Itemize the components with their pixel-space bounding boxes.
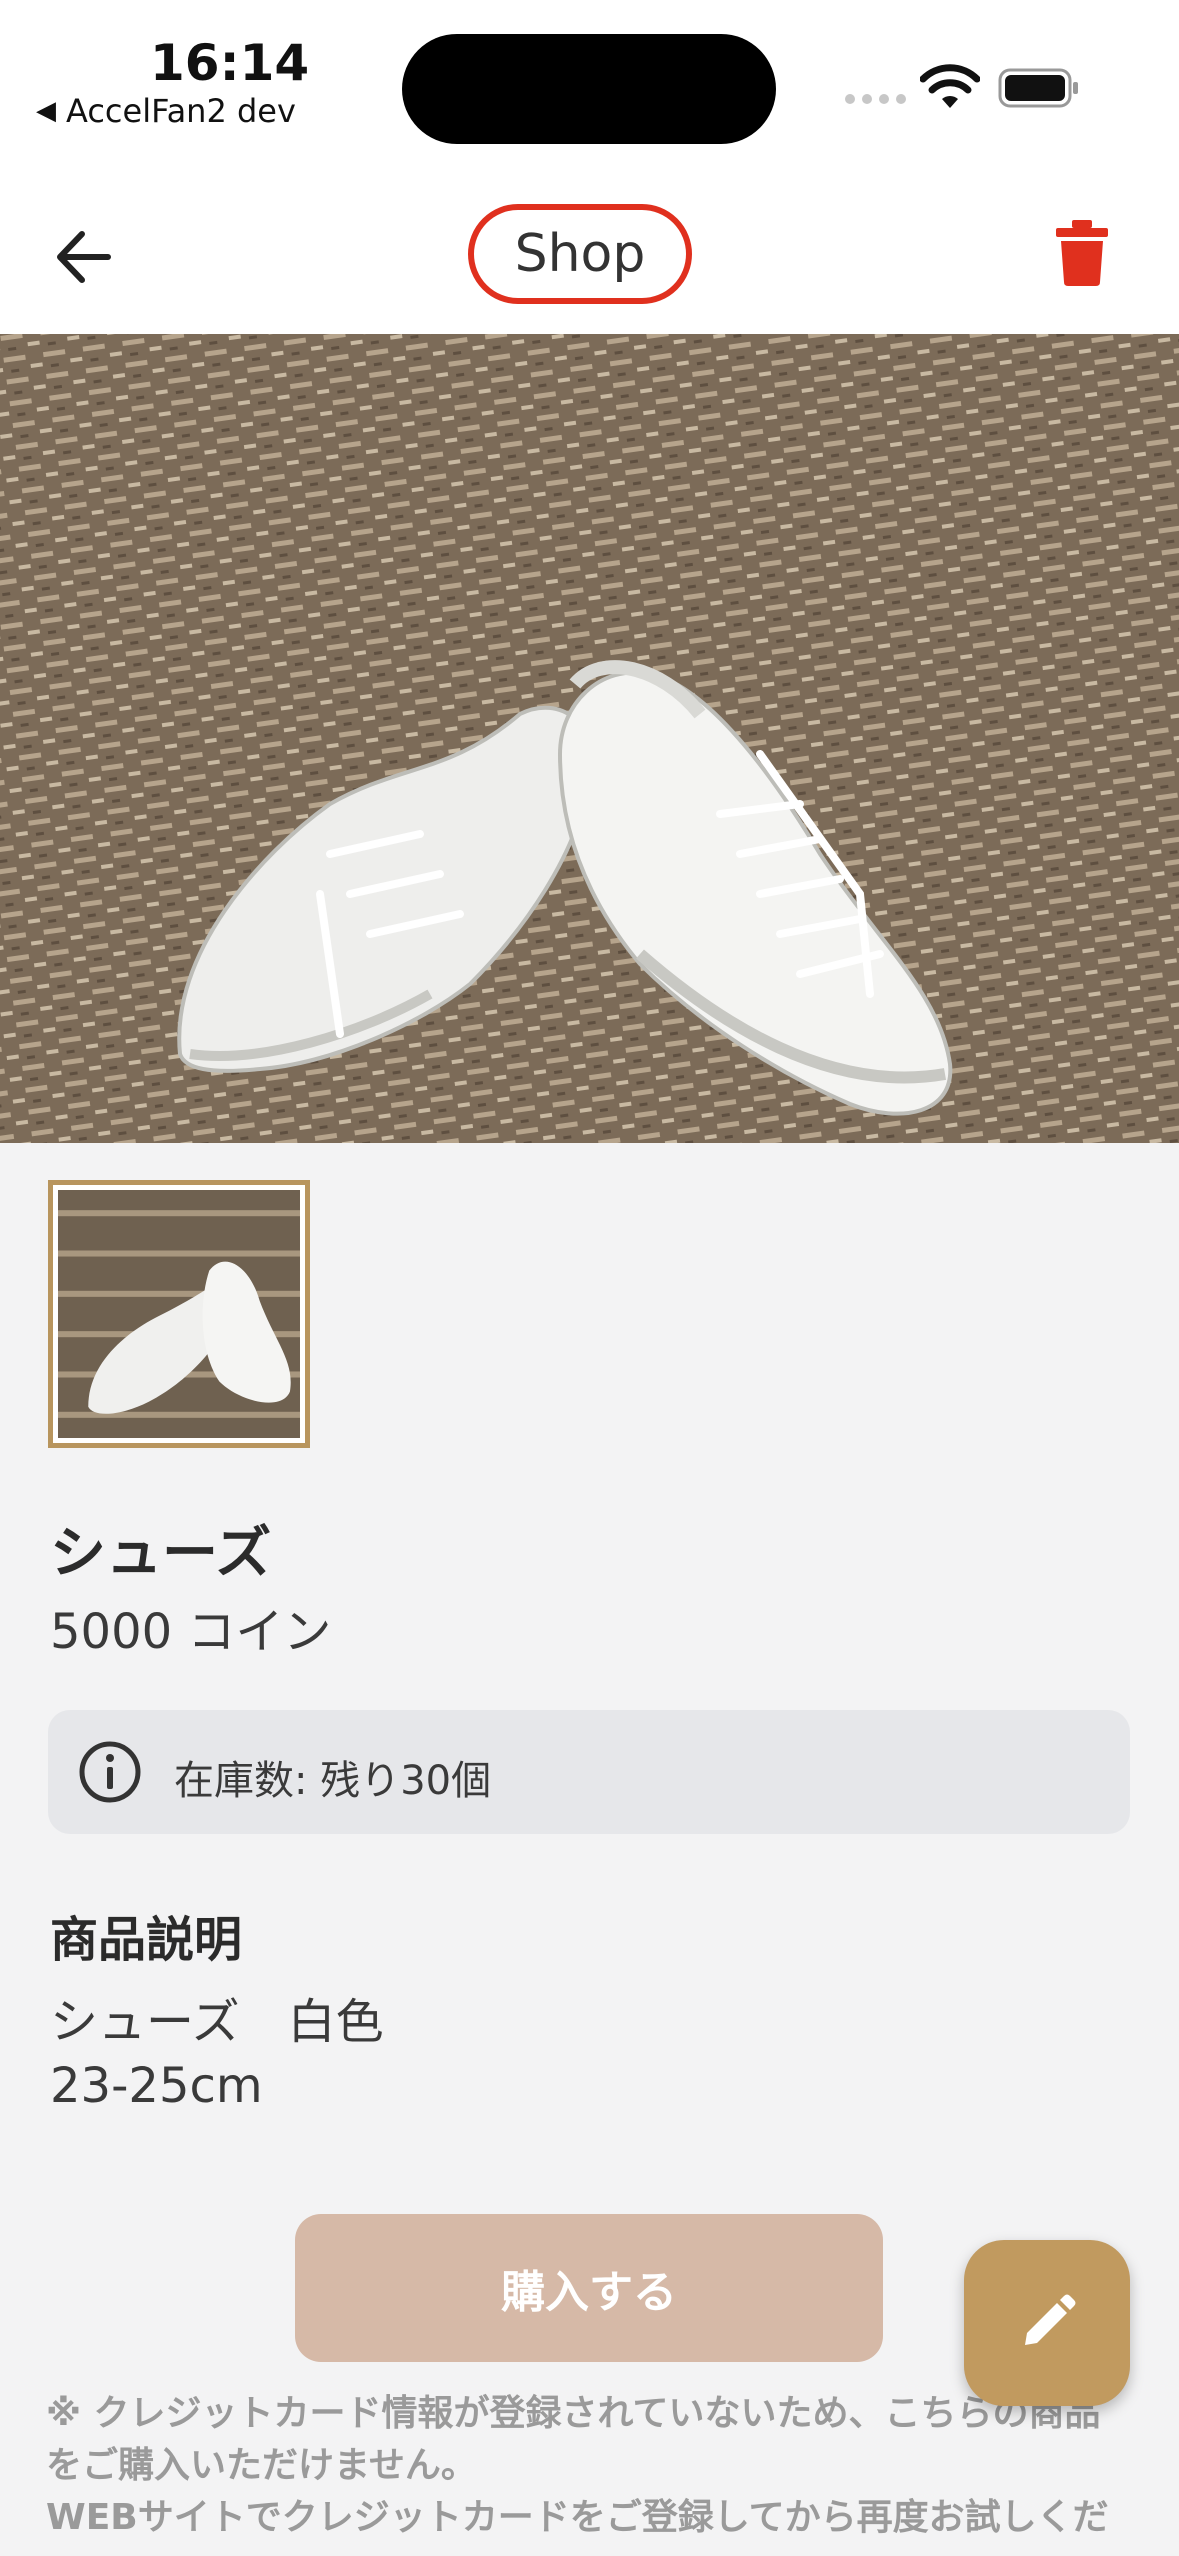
page-title: Shop xyxy=(514,224,646,284)
edit-fab-button[interactable] xyxy=(964,2240,1130,2406)
notice-line: ※ クレジットカード情報が登録されていないため、こちらの商品 xyxy=(46,2393,1101,2434)
info-icon xyxy=(79,1741,141,1803)
product-name: シューズ xyxy=(50,1521,272,1586)
product-thumbnail[interactable] xyxy=(48,1180,310,1448)
buy-button[interactable]: 購入する xyxy=(295,2214,883,2362)
stock-text: 在庫数: 残り30個 xyxy=(174,1758,492,1804)
description-size: 23-25cm xyxy=(50,2058,263,2114)
page-title-highlight: Shop xyxy=(468,204,692,304)
status-time: 16:14 xyxy=(150,34,310,92)
back-app-label: AccelFan2 dev xyxy=(66,92,296,130)
status-bar: 16:14 ◀ AccelFan2 dev xyxy=(0,0,1179,170)
back-to-app-link[interactable]: ◀ AccelFan2 dev xyxy=(36,92,296,130)
notice-line: WEBサイトでクレジットカードをご登録してから再度お試しくだ xyxy=(46,2497,1109,2538)
pencil-icon xyxy=(1025,2294,1076,2345)
credit-card-notice: ※ クレジットカード情報が登録されていないため、こちらの商品 をご購入いただけま… xyxy=(46,2388,1136,2544)
arrow-left-icon[interactable] xyxy=(48,222,118,292)
back-triangle-icon: ◀ xyxy=(36,96,56,126)
navigation-bar: Shop xyxy=(0,170,1179,334)
battery-icon xyxy=(998,68,1078,108)
description-text: シューズ 白色 xyxy=(50,1994,384,2050)
description-heading: 商品説明 xyxy=(50,1912,243,1968)
trash-icon[interactable] xyxy=(1056,220,1108,286)
signal-icon xyxy=(845,94,906,104)
notice-line: をご購入いただけません。 xyxy=(46,2445,477,2486)
wifi-icon xyxy=(920,64,980,108)
product-main-image xyxy=(0,334,1179,1143)
stock-info-box: 在庫数: 残り30個 xyxy=(48,1710,1130,1834)
product-price: 5000 コイン xyxy=(50,1604,332,1660)
dynamic-island xyxy=(402,34,776,144)
